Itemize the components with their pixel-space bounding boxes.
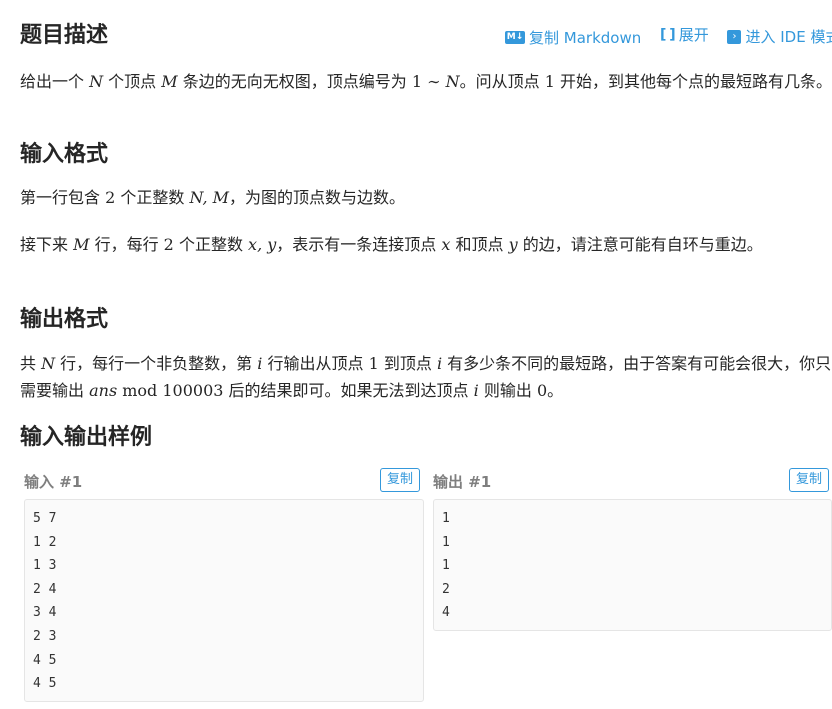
math-zero: 0 [536,381,548,400]
problem-description-text: 给出一个 N 个顶点 M 条边的无向无权图，顶点编号为 1 ∼ N。问从顶点 1… [20,68,832,95]
math-y: y [508,235,518,254]
text: 开始，到其他每个点的最短路有几条。 [554,72,832,91]
code-line: 4 [442,605,450,621]
output-format-text: 共 N 行，每行一个非负整数，第 i 行输出从顶点 1 到顶点 i 有多少条不同… [20,350,832,404]
sample-output-label: 输出 #1 [433,473,492,491]
text: 和顶点 [450,235,509,254]
text: 行，每行 [89,235,164,254]
code-line: 4 5 [33,652,57,668]
math-two: 2 [105,188,116,207]
text: 第一行包含 [20,188,106,207]
text: 个顶点 [103,72,162,91]
problem-description-heading: 题目描述 [20,23,109,48]
text: 个正整数 [115,188,190,207]
math-N: N [89,72,104,91]
input-format-line2: 接下来 M 行，每行 2 个正整数 x, y，表示有一条连接顶点 x 和顶点 y… [20,231,832,258]
math-ans: ans [89,381,118,400]
math-xy: x, y [248,235,277,254]
text: 则输出 [478,381,537,400]
text: 到顶点 [378,354,437,373]
code-line: 2 3 [33,628,57,644]
text: 行输出从顶点 [262,354,369,373]
math-M: M [73,235,90,254]
text: 接下来 [20,235,74,254]
math-N: N [445,72,460,91]
expand-label: 展开 [678,26,709,44]
code-line: 1 3 [33,558,57,574]
copy-output-button[interactable]: 复制 [789,468,830,492]
text: 。 [547,381,564,400]
code-line: 2 4 [33,581,57,597]
math-one: 1 [368,354,379,373]
copy-markdown-button[interactable]: M↓ 复制 Markdown [505,27,641,48]
code-line: 1 2 [33,534,57,550]
enter-ide-label: 进入 IDE 模式 [745,28,832,46]
text: ，表示有一条连接顶点 [276,235,442,254]
text: 给出一个 [20,72,90,91]
text: 。问从顶点 [459,72,545,91]
problem-toolbar: M↓ 复制 Markdown [ ] 展开 › 进入 IDE 模式 [505,24,832,48]
math-M: M [161,72,178,91]
sample-output-box[interactable]: 1 1 1 2 4 [433,499,832,631]
math-two: 2 [163,235,174,254]
math-NM: N, M [189,188,229,207]
code-line: 1 [442,511,450,526]
code-line: 3 4 [33,605,57,621]
code-line: 2 [442,581,450,597]
code-line: 1 [442,558,450,574]
text: 后的结果即可。如果无法到达顶点 [223,381,474,400]
sample-input-box[interactable]: 5 7 1 2 1 3 2 4 3 4 2 3 4 5 4 5 [24,499,424,702]
math-N: N [41,354,56,373]
copy-markdown-label: 复制 Markdown [529,28,642,47]
sample-input-label: 输入 #1 [24,473,83,491]
code-line: 4 5 [33,676,57,692]
input-format-heading: 输入格式 [20,142,109,167]
output-format-heading: 输出格式 [20,307,109,332]
text: ，为图的顶点数与边数。 [229,188,406,207]
terminal-icon: › [727,29,742,44]
math-range: 1 ∼ [411,72,446,91]
enter-ide-button[interactable]: › 进入 IDE 模式 [727,26,832,47]
code-line: 1 [442,534,450,550]
text: 行，每行一个非负整数，第 [55,354,258,373]
markdown-icon: M↓ [505,30,525,44]
copy-input-button[interactable]: 复制 [380,468,421,492]
expand-icon: [ ] [660,26,676,43]
text: 条边的无向无权图，顶点编号为 [177,72,412,91]
samples-heading: 输入输出样例 [20,425,153,450]
input-format-line1: 第一行包含 2 个正整数 N, M，为图的顶点数与边数。 [20,184,832,211]
text: 的边，请注意可能有自环与重边。 [517,235,763,254]
text: 个正整数 [173,235,249,254]
expand-button[interactable]: [ ] 展开 [660,24,709,45]
code-line: 5 7 [33,511,57,526]
math-mod: mod 100003 [117,381,224,400]
text: 共 [20,354,42,373]
math-one: 1 [544,72,555,91]
